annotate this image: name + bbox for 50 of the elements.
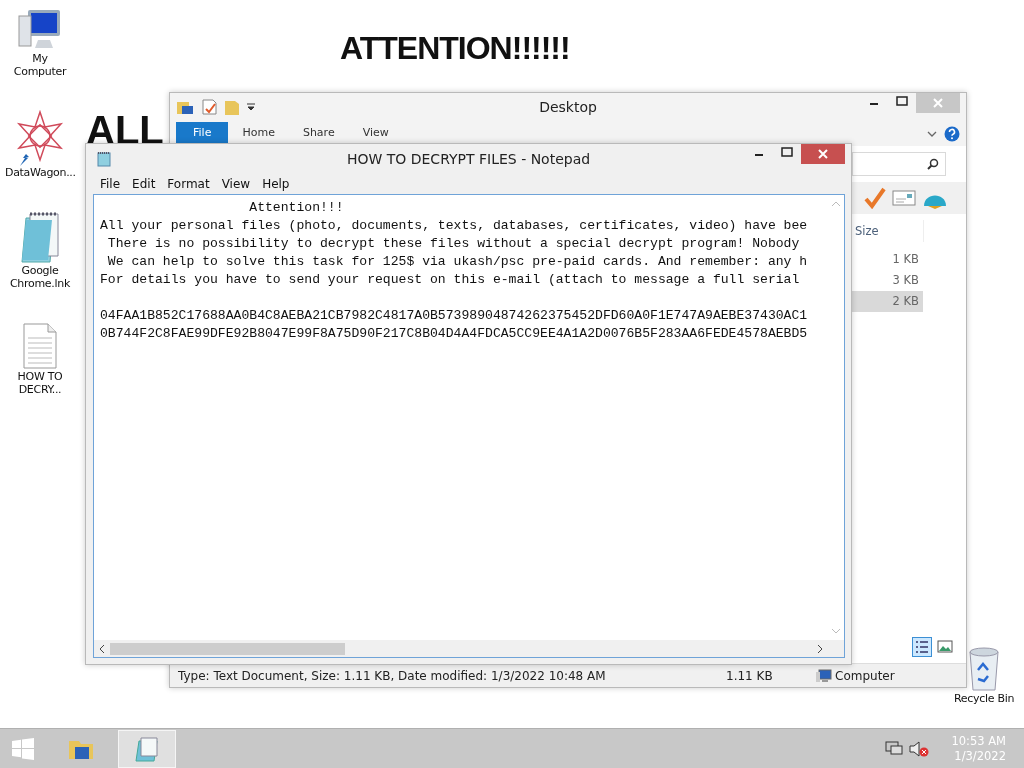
- file-size-cell[interactable]: 3 KB: [852, 270, 923, 291]
- notepad-icon: [18, 212, 62, 264]
- icon-label[interactable]: DataWagon...: [5, 166, 75, 180]
- menu-item[interactable]: File: [94, 174, 127, 194]
- text-line: We can help to solve this task for 125$ via ukash/psc pre-paid cards. And remember: any h: [106, 253, 809, 271]
- window-title: HOW TO DECRYPT FILES - Notepad: [346, 149, 591, 169]
- volume-muted-icon[interactable]: [909, 740, 930, 757]
- icon-label[interactable]: Recycle Bin: [944, 692, 1024, 706]
- text-line: All your personal files (photo, documents, texts, databases, certificates, video) have bee: [100, 217, 809, 235]
- ribbon-tab[interactable]: File: [176, 122, 229, 145]
- text-line: There is no possibility to decrypt these files without a special decrypt program! Nobody: [106, 235, 801, 253]
- computer-icon: [816, 668, 832, 683]
- status-text: Type: Text Document, Size: 1.11 KB, Date modified: 1/3/2022 10:48 AM: [178, 667, 607, 685]
- icon-label[interactable]: HOW TO DECRY...: [5, 370, 75, 397]
- text-line: 0B744F2C8FAE99DFE92B8047E99F8A75D90F217C8B04D4A4FDCA5CC9EE4A1A2D0076B5F283AA6FEDE4578AEBD5: [100, 325, 809, 343]
- menu-item[interactable]: Help: [256, 174, 296, 194]
- details-view-icon[interactable]: [912, 637, 932, 657]
- scrollbar-thumb[interactable]: [110, 642, 345, 655]
- menu-item[interactable]: Format: [161, 174, 216, 194]
- document-icon: [20, 322, 60, 370]
- text-line: Attention!!!: [248, 199, 345, 217]
- network-icon[interactable]: [885, 740, 904, 757]
- zone-label: Computer: [835, 667, 895, 685]
- search-icon: [927, 157, 939, 170]
- windows-logo-icon: [11, 736, 35, 761]
- file-size-cell[interactable]: 1 KB: [852, 249, 923, 270]
- properties-icon[interactable]: [200, 98, 218, 116]
- banner-heading: ATTENTION!!!!!!: [340, 30, 570, 67]
- search-field[interactable]: [852, 151, 946, 176]
- menu-item[interactable]: Edit: [126, 174, 162, 194]
- card-icon[interactable]: [892, 189, 916, 207]
- window-title: Desktop: [539, 97, 597, 117]
- star-icon: [16, 110, 64, 166]
- file-size-cell[interactable]: 2 KB: [852, 291, 923, 312]
- notepad-icon: [133, 734, 161, 763]
- help-icon[interactable]: [944, 125, 960, 142]
- notepad-icon: [96, 151, 112, 167]
- ribbon-tab[interactable]: Share: [288, 122, 349, 145]
- checkmark-icon[interactable]: [864, 187, 886, 209]
- menu-item[interactable]: View: [215, 174, 257, 194]
- ribbon-tab[interactable]: View: [348, 122, 403, 145]
- icon-label[interactable]: Google Chrome.lnk: [5, 264, 75, 291]
- close-button[interactable]: [801, 144, 845, 164]
- taskbar-button[interactable]: [118, 729, 176, 768]
- status-size: 1.11 KB: [726, 667, 774, 685]
- text-line: 04FAA1B852C17688AA0B4C8AEBA21CB7982C4817A0B57398904874262375452DFD60A0F1E747A9AEBE37430AC1: [100, 307, 809, 325]
- icon-label[interactable]: My Computer: [5, 52, 75, 79]
- dropdown-icon[interactable]: [246, 102, 256, 112]
- ribbon-tab[interactable]: Home: [228, 122, 289, 145]
- text-line: For details you have to send your request on this e-mail (attach to message a full serial: [100, 271, 801, 289]
